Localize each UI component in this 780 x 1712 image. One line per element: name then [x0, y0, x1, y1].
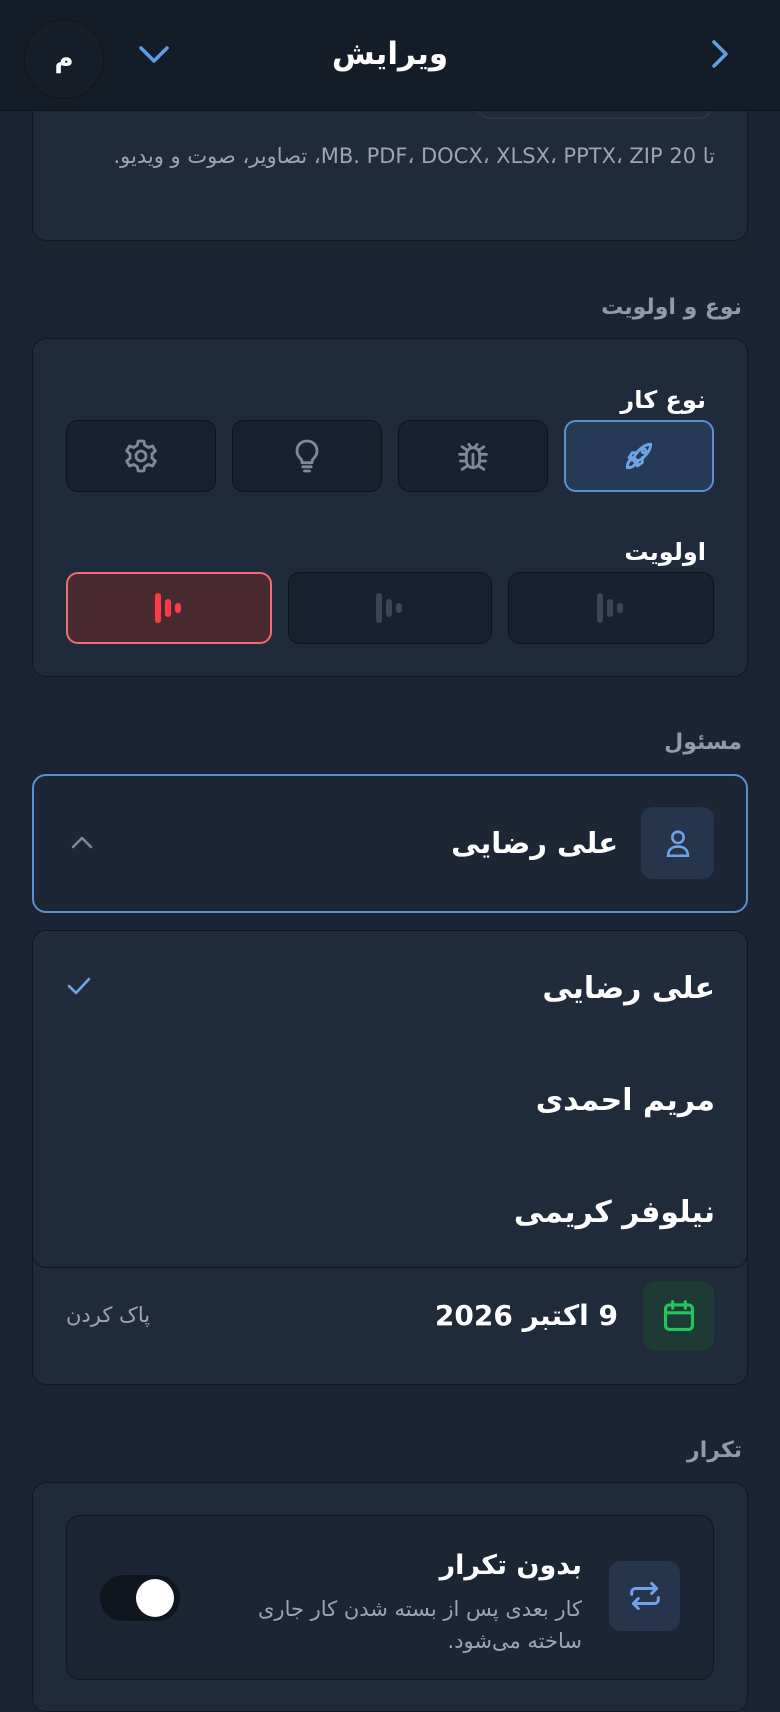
- repeat-description: کار بعدی پس از بسته شدن کار جاری ساخته م…: [257, 1597, 582, 1653]
- assignee-icon-badge: [641, 807, 714, 879]
- priority-medium-icon: [376, 593, 402, 623]
- assignee-option-name: مریم احمدی: [535, 1083, 715, 1118]
- check-icon: [67, 977, 91, 995]
- type-priority-section-title: نوع و اولویت: [601, 295, 742, 320]
- priority-medium-button[interactable]: [288, 572, 492, 644]
- priority-low-button[interactable]: [508, 572, 714, 644]
- clear-date-button[interactable]: پاک کردن: [66, 1303, 150, 1327]
- gear-icon: [125, 439, 157, 473]
- type-maintenance-button[interactable]: [66, 420, 216, 492]
- assignee-selected-name: علی رضایی: [451, 826, 618, 860]
- type-idea-button[interactable]: [232, 420, 382, 492]
- repeat-section-title: تکرار: [687, 1438, 742, 1463]
- due-date-value[interactable]: 9 اکتبر 2026: [435, 1299, 618, 1332]
- priority-high-icon: [155, 593, 181, 623]
- type-bug-button[interactable]: [398, 420, 548, 492]
- rocket-icon: [625, 442, 653, 470]
- page-title: ویرایش: [331, 36, 449, 72]
- bug-icon: [458, 442, 488, 471]
- attachments-help-text: تا 20 MB. PDF، DOCX، XLSX، PPTX، ZIP، تص…: [113, 144, 715, 168]
- assignee-option[interactable]: مریم احمدی: [33, 1043, 747, 1155]
- assignee-dropdown: علی رضایی مریم احمدی نیلوفر کریمی: [32, 930, 748, 1268]
- chevron-up-icon[interactable]: [68, 832, 96, 852]
- chevron-down-icon[interactable]: [134, 38, 174, 72]
- type-feature-button[interactable]: [564, 420, 714, 492]
- lightbulb-icon: [295, 439, 319, 473]
- priority-label: اولویت: [624, 538, 706, 566]
- assignee-option[interactable]: نیلوفر کریمی: [33, 1155, 747, 1267]
- assignee-option-name: نیلوفر کریمی: [513, 1195, 715, 1230]
- priority-high-button[interactable]: [66, 572, 272, 644]
- calendar-badge[interactable]: [643, 1281, 714, 1351]
- assignee-option[interactable]: علی رضایی: [33, 931, 747, 1043]
- calendar-icon: [663, 1300, 694, 1332]
- task-type-label: نوع کار: [620, 386, 706, 414]
- assignee-option-name: علی رضایی: [542, 971, 715, 1006]
- repeat-icon-badge: [609, 1561, 680, 1631]
- top-bar: ویرایش م: [0, 0, 780, 111]
- repeat-icon: [629, 1582, 660, 1610]
- person-icon: [666, 830, 689, 858]
- assignee-section-title: مسئول: [664, 730, 742, 755]
- priority-low-icon: [597, 593, 623, 623]
- avatar[interactable]: م: [24, 19, 104, 99]
- toggle-knob: [136, 1579, 174, 1617]
- repeat-title: بدون تکرار: [439, 1550, 582, 1581]
- repeat-toggle[interactable]: [100, 1575, 180, 1621]
